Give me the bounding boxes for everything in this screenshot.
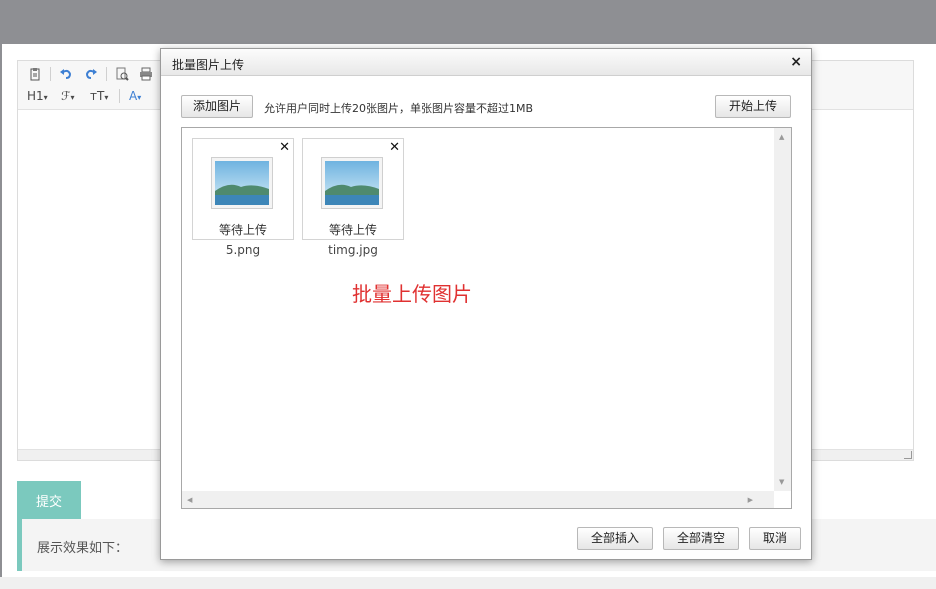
submit-button[interactable]: 提交 [17,481,81,519]
file-thumbnail[interactable]: ✕ 等待上传 [192,138,294,240]
annotation-text: 批量上传图片 [352,282,472,306]
scroll-left-icon[interactable]: ◀ [187,496,192,504]
toolbar-separator [50,67,51,81]
clear-all-button[interactable]: 全部清空 [663,527,739,550]
start-upload-button[interactable]: 开始上传 [715,95,791,118]
paste-icon[interactable] [28,67,42,84]
close-icon[interactable]: ✕ [279,141,290,155]
heading-dropdown[interactable]: H1▾ [27,89,48,105]
close-icon[interactable]: ✕ [389,141,400,155]
file-status: 等待上传 [218,223,267,237]
preview-label: 展示效果如下： [37,541,129,556]
vertical-scrollbar[interactable]: ▲ ▼ [774,128,791,491]
font-family-dropdown[interactable]: ℱ▾ [61,89,74,105]
toolbar-separator [106,67,107,81]
scroll-right-icon[interactable]: ▶ [748,496,753,504]
file-thumbnail[interactable]: ✕ 等待上传 [302,138,404,240]
page-bottom-strip [0,577,936,589]
toolbar-separator [119,89,120,103]
image-placeholder-icon [321,157,383,209]
image-placeholder-icon [211,157,273,209]
top-bar [0,0,936,44]
dialog-header: 批量图片上传 × [161,49,811,76]
font-color-dropdown[interactable]: A▾ [129,89,141,105]
close-icon[interactable]: × [790,54,802,70]
page-left-edge [0,44,2,589]
print-icon[interactable] [139,67,153,84]
insert-all-button[interactable]: 全部插入 [577,527,653,550]
file-name: timg.jpg [328,243,378,257]
scroll-down-icon[interactable]: ▼ [779,478,784,486]
horizontal-scrollbar[interactable]: ◀ ▶ [182,491,774,508]
file-status: 等待上传 [328,223,377,237]
upload-queue: ✕ 等待上传 5.png ✕ 等待上传 timg.jpg 批量上传图片 ▲ ▼ … [181,127,792,509]
undo-icon[interactable] [59,67,73,84]
resize-handle[interactable] [904,451,912,459]
scroll-up-icon[interactable]: ▲ [779,133,784,141]
upload-hint: 允许用户同时上传20张图片，单张图片容量不超过1MB [264,102,534,115]
font-size-dropdown[interactable]: ᴛT▾ [90,89,108,105]
add-image-button[interactable]: 添加图片 [181,95,253,118]
dialog-title: 批量图片上传 [172,58,245,72]
preview-icon[interactable] [115,67,129,84]
redo-icon[interactable] [84,67,98,84]
batch-image-upload-dialog: 批量图片上传 × 添加图片 允许用户同时上传20张图片，单张图片容量不超过1MB… [160,48,812,560]
cancel-button[interactable]: 取消 [749,527,801,550]
file-name: 5.png [225,243,261,257]
